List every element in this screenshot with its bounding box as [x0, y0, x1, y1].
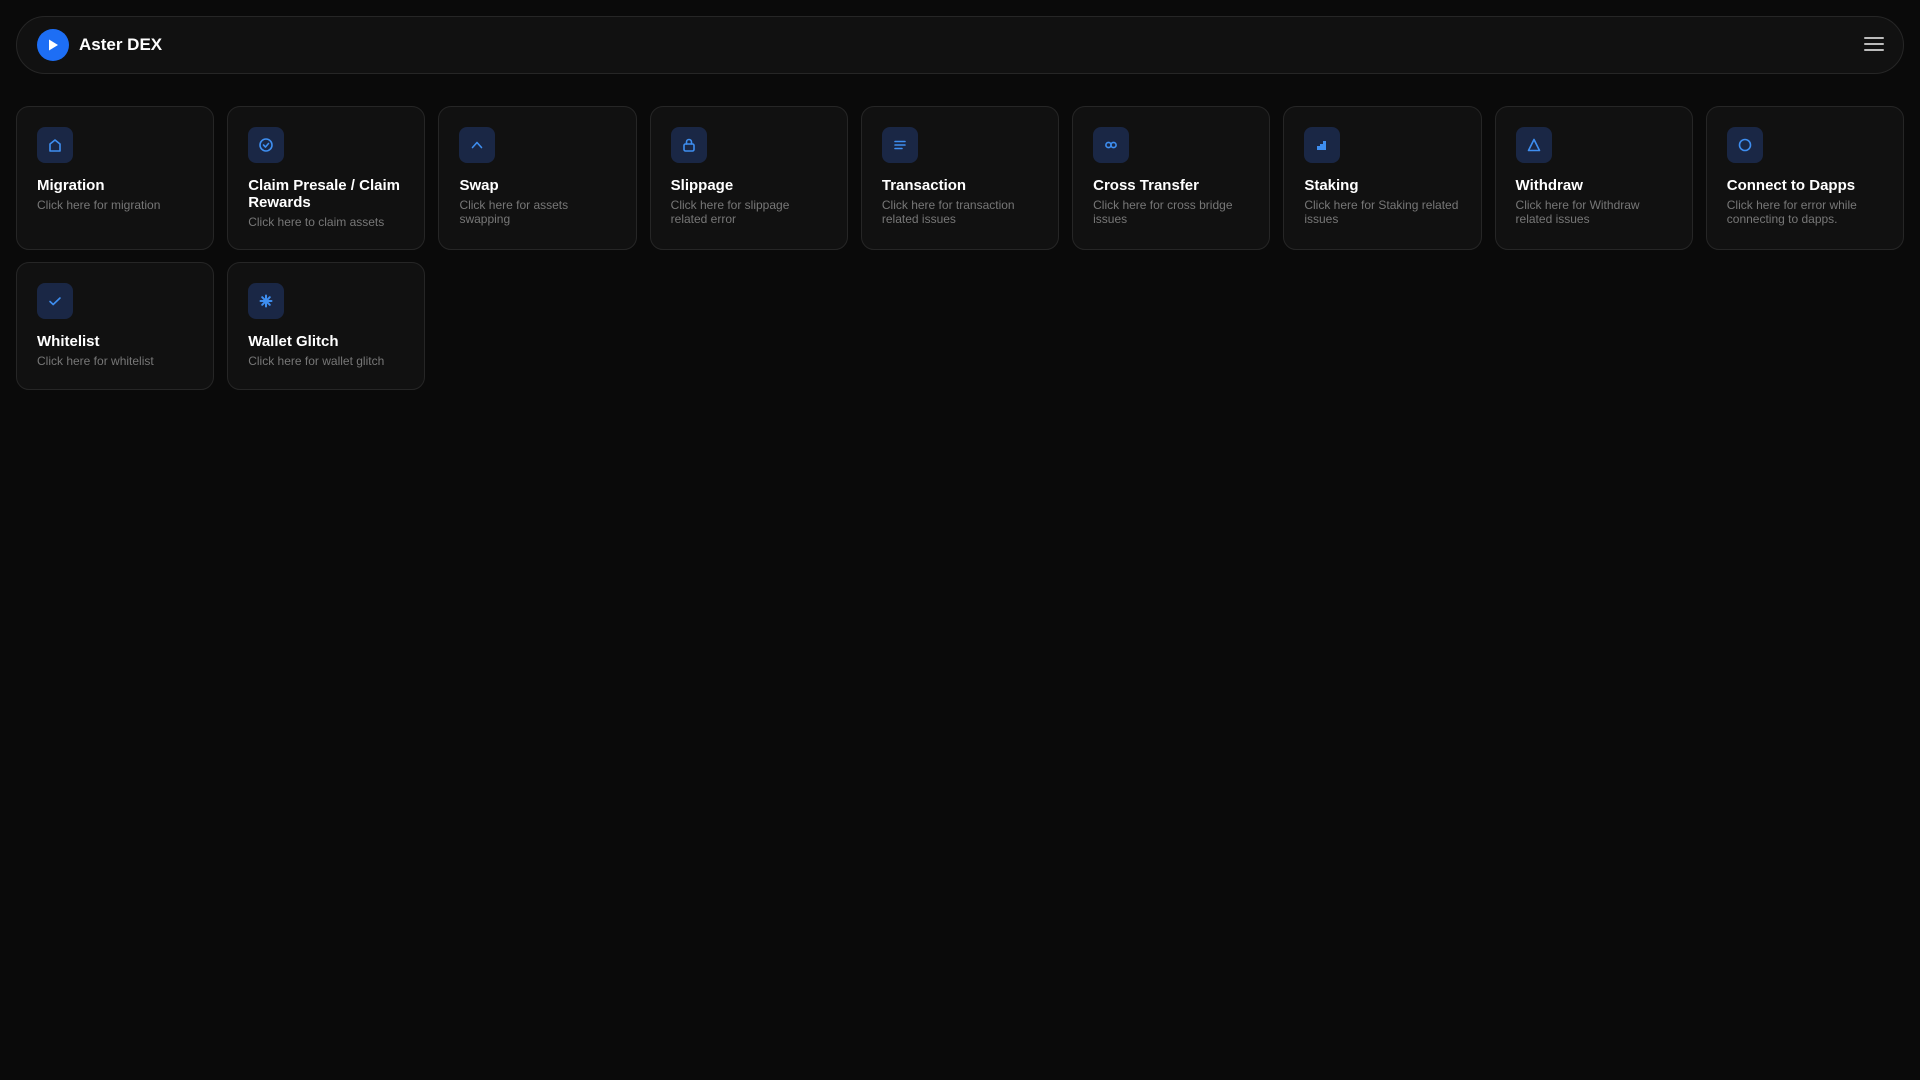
- card-wallet-glitch[interactable]: Wallet Glitch Click here for wallet glit…: [227, 262, 426, 390]
- card-connect-to-dapps[interactable]: Connect to Dapps Click here for error wh…: [1705, 106, 1904, 250]
- chevron-up-icon: [459, 127, 496, 163]
- card-title: Withdraw: [1515, 177, 1583, 194]
- hamburger-menu-icon[interactable]: [1864, 37, 1884, 53]
- logo-play-icon[interactable]: [37, 29, 69, 61]
- card-title: Connect to Dapps: [1726, 177, 1856, 194]
- card-claim-presale-claim-rewards[interactable]: Claim Presale / Claim Rewards Click here…: [227, 106, 426, 250]
- card-slippage[interactable]: Slippage Click here for slippage related…: [649, 106, 848, 250]
- card-description: Click here for assets swapping: [459, 198, 569, 226]
- circle-icon: [1726, 127, 1763, 163]
- card-title: Transaction: [881, 177, 967, 194]
- support-card-grid: Migration Click here for migration Claim…: [16, 106, 1904, 390]
- card-description: Click here for transaction related issue…: [881, 198, 1015, 226]
- card-title: Swap: [459, 177, 499, 194]
- card-description: Click here for cross bridge issues: [1093, 198, 1233, 226]
- card-description: Click here for slippage related error: [670, 198, 790, 226]
- card-description: Click here for error while connecting to…: [1726, 198, 1857, 226]
- check-icon: [37, 283, 73, 319]
- bar-chart-icon: [1304, 127, 1341, 163]
- card-swap[interactable]: Swap Click here for assets swapping: [438, 106, 637, 250]
- card-description: Click here to claim assets: [248, 215, 385, 229]
- card-transaction[interactable]: Transaction Click here for transaction r…: [860, 106, 1060, 250]
- card-title: Slippage: [670, 177, 734, 194]
- lock-icon: [670, 127, 707, 163]
- card-title: Claim Presale / Claim Rewards: [248, 177, 400, 211]
- card-withdraw[interactable]: Withdraw Click here for Withdraw related…: [1494, 106, 1693, 250]
- card-title: Wallet Glitch: [248, 333, 339, 350]
- card-description: Click here for migration: [37, 198, 161, 212]
- brand-name[interactable]: Aster DEX: [79, 35, 162, 55]
- check-circle-icon: [248, 127, 285, 163]
- card-description: Click here for whitelist: [37, 354, 154, 368]
- card-title: Migration: [37, 177, 105, 194]
- card-cross-transfer[interactable]: Cross Transfer Click here for cross brid…: [1072, 106, 1271, 250]
- card-whitelist[interactable]: Whitelist Click here for whitelist: [16, 262, 215, 390]
- card-staking[interactable]: Staking Click here for Staking related i…: [1283, 106, 1482, 250]
- card-title: Staking: [1304, 177, 1359, 194]
- card-description: Click here for Staking related issues: [1304, 198, 1459, 226]
- asterisk-icon: [248, 283, 285, 319]
- card-description: Click here for Withdraw related issues: [1515, 198, 1640, 226]
- card-title: Cross Transfer: [1093, 177, 1199, 194]
- home-icon: [37, 127, 73, 163]
- top-navbar: Aster DEX: [16, 16, 1904, 74]
- card-description: Click here for wallet glitch: [248, 354, 385, 368]
- triangle-icon: [1515, 127, 1552, 163]
- card-migration[interactable]: Migration Click here for migration: [16, 106, 215, 250]
- list-icon: [881, 127, 918, 163]
- infinity-icon: [1093, 127, 1130, 163]
- card-title: Whitelist: [37, 333, 100, 350]
